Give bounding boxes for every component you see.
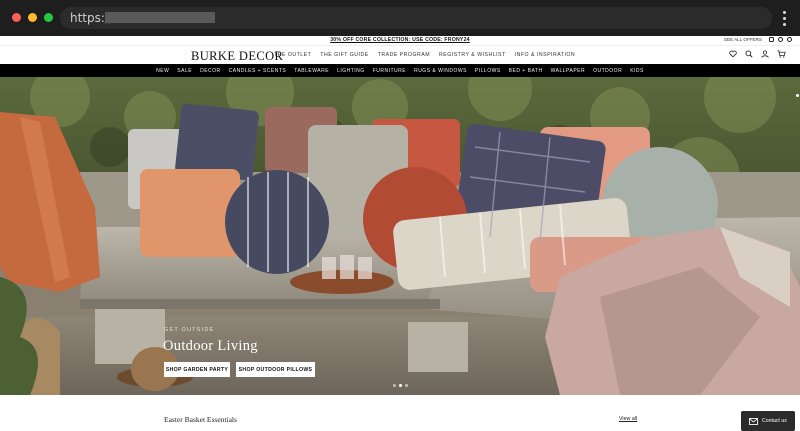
window-controls bbox=[12, 13, 53, 22]
site-logo[interactable]: BURKE DECOR bbox=[191, 49, 283, 64]
section-title: Easter Basket Essentials bbox=[164, 415, 237, 424]
nav-item-trade-program[interactable]: TRADE PROGRAM bbox=[378, 52, 430, 58]
category-wallpaper[interactable]: WALLPAPER bbox=[551, 68, 586, 74]
slide-dot-2[interactable] bbox=[399, 384, 402, 387]
category-pillows[interactable]: PILLOWS bbox=[475, 68, 501, 74]
facebook-icon[interactable] bbox=[778, 37, 783, 42]
hero-eyebrow: GET OUTSIDE bbox=[164, 327, 215, 333]
category-new[interactable]: NEW bbox=[156, 68, 169, 74]
search-icon[interactable] bbox=[745, 50, 753, 58]
cart-icon[interactable] bbox=[777, 50, 786, 58]
contact-us-label: Contact us bbox=[762, 418, 787, 424]
heart-icon[interactable] bbox=[729, 50, 737, 58]
hero-image bbox=[0, 77, 800, 395]
promo-bar: 30% OFF CORE COLLECTION: USE CODE: FRONY… bbox=[0, 36, 800, 45]
promo-right: SEE ALL OFFERS bbox=[724, 37, 792, 42]
category-rugs[interactable]: RUGS & WINDOWS bbox=[414, 68, 467, 74]
category-sale[interactable]: SALE bbox=[177, 68, 192, 74]
category-outdoor[interactable]: OUTDOOR bbox=[593, 68, 622, 74]
nav-item-outlet[interactable]: THE OUTLET bbox=[274, 52, 311, 58]
scroll-indicator bbox=[796, 94, 799, 97]
shop-garden-party-button[interactable]: SHOP GARDEN PARTY bbox=[164, 362, 230, 377]
browser-menu-icon[interactable] bbox=[783, 11, 786, 26]
shop-outdoor-pillows-button[interactable]: SHOP OUTDOOR PILLOWS bbox=[236, 362, 315, 377]
category-bed-bath[interactable]: BED + BATH bbox=[509, 68, 543, 74]
contact-us-button[interactable]: Contact us bbox=[741, 411, 795, 431]
slide-dot-1[interactable] bbox=[393, 384, 396, 387]
category-kids[interactable]: KIDS bbox=[630, 68, 644, 74]
category-bar: NEW SALE DECOR CANDLES + SCENTS TABLEWAR… bbox=[0, 64, 800, 77]
see-all-offers-link[interactable]: SEE ALL OFFERS bbox=[724, 37, 762, 42]
url-redacted bbox=[105, 12, 215, 23]
address-bar[interactable]: https:// bbox=[60, 7, 772, 29]
nav-item-registry[interactable]: REGISTRY & WISHLIST bbox=[439, 52, 506, 58]
slide-dot-3[interactable] bbox=[405, 384, 408, 387]
product-section: Easter Basket Essentials View all bbox=[0, 395, 800, 431]
promo-link[interactable]: 30% OFF CORE COLLECTION: USE CODE: FRONY… bbox=[0, 37, 800, 43]
category-tableware[interactable]: TABLEWARE bbox=[294, 68, 329, 74]
hero-banner[interactable]: GET OUTSIDE Outdoor Living SHOP GARDEN P… bbox=[0, 77, 800, 395]
envelope-icon bbox=[749, 417, 758, 425]
category-candles[interactable]: CANDLES + SCENTS bbox=[229, 68, 287, 74]
maximize-window-button[interactable] bbox=[44, 13, 53, 22]
category-nav: NEW SALE DECOR CANDLES + SCENTS TABLEWAR… bbox=[0, 68, 800, 74]
minimize-window-button[interactable] bbox=[28, 13, 37, 22]
close-window-button[interactable] bbox=[12, 13, 21, 22]
category-lighting[interactable]: LIGHTING bbox=[337, 68, 365, 74]
category-furniture[interactable]: FURNITURE bbox=[373, 68, 406, 74]
pinterest-icon[interactable] bbox=[787, 37, 792, 42]
browser-chrome: https:// bbox=[0, 0, 800, 36]
slide-pager bbox=[393, 384, 408, 387]
account-icon[interactable] bbox=[761, 50, 769, 58]
nav-item-info[interactable]: INFO & INSPIRATION bbox=[515, 52, 576, 58]
site-header: BURKE DECOR THE OUTLET THE GIFT GUIDE TR… bbox=[0, 45, 800, 64]
header-icons bbox=[729, 50, 786, 58]
top-nav: THE OUTLET THE GIFT GUIDE TRADE PROGRAM … bbox=[274, 52, 575, 58]
hero-title: Outdoor Living bbox=[163, 338, 258, 354]
instagram-icon[interactable] bbox=[769, 37, 774, 42]
view-all-link[interactable]: View all bbox=[619, 416, 637, 422]
category-decor[interactable]: DECOR bbox=[200, 68, 221, 74]
nav-item-gift-guide[interactable]: THE GIFT GUIDE bbox=[320, 52, 368, 58]
